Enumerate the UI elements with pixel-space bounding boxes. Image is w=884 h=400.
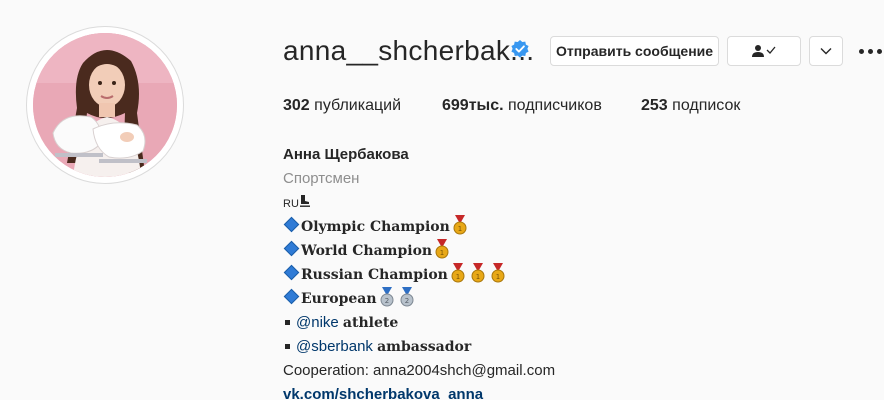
cooperation-text: Cooperation: anna2004shch@gmail.com xyxy=(283,362,556,379)
verified-badge-icon xyxy=(511,40,529,58)
bullet-square-icon xyxy=(285,319,290,325)
svg-text:1: 1 xyxy=(496,273,500,281)
olympic-text: Olympic Champion xyxy=(301,219,450,235)
bullet-square-icon xyxy=(285,343,290,349)
russian-text: Russian Champion xyxy=(301,267,448,283)
followers-count: 699тыс. xyxy=(442,97,504,114)
gold-medal-icon: 1 xyxy=(435,239,449,259)
svg-text:2: 2 xyxy=(404,297,408,305)
more-options-icon[interactable] xyxy=(859,44,884,58)
posts-stat: 302 публикаций xyxy=(283,97,401,115)
svg-text:1: 1 xyxy=(440,249,444,257)
bio-olympic-line: Olympic Champion 1 xyxy=(283,215,843,239)
username: anna__shcherbak... xyxy=(283,35,535,66)
bio-nike-line: @nike athlete xyxy=(283,311,843,335)
svg-text:2: 2 xyxy=(384,297,388,305)
blue-diamond-icon xyxy=(283,216,300,233)
silver-medal-icon: 2 xyxy=(400,287,414,307)
following-stat[interactable]: 253 подписок xyxy=(641,97,740,115)
gold-medal-icon: 1 xyxy=(451,263,465,283)
gold-medal-icon: 1 xyxy=(491,263,505,283)
blue-diamond-icon xyxy=(283,288,300,305)
svg-text:1: 1 xyxy=(456,273,460,281)
avatar-ring[interactable] xyxy=(26,26,184,184)
gold-medal-icon: 1 xyxy=(471,263,485,283)
avatar[interactable] xyxy=(33,33,177,177)
posts-label: публикаций xyxy=(314,97,402,114)
category-label: Спортсмен xyxy=(283,170,360,187)
blue-diamond-icon xyxy=(283,264,300,281)
following-count: 253 xyxy=(641,97,668,114)
nike-mention-link[interactable]: @nike xyxy=(296,314,339,331)
svg-text:1: 1 xyxy=(476,273,480,281)
world-text: World Champion xyxy=(301,243,433,259)
sber-rest-text: ambassador xyxy=(377,339,472,355)
website-link[interactable]: vk.com/shcherbakova_anna xyxy=(283,383,843,400)
european-text: European xyxy=(301,291,377,307)
followers-label: подписчиков xyxy=(508,97,602,114)
following-button[interactable] xyxy=(727,36,801,66)
svg-text:1: 1 xyxy=(458,225,462,233)
following-label: подписок xyxy=(672,97,741,114)
ice-skate-icon xyxy=(299,195,310,207)
followers-stat[interactable]: 699тыс. подписчиков xyxy=(442,97,602,115)
silver-medal-icon: 2 xyxy=(380,287,394,307)
nike-rest-text: athlete xyxy=(342,315,399,331)
country-code: RU xyxy=(283,198,299,210)
avatar-photo xyxy=(33,33,177,177)
suggested-accounts-button[interactable] xyxy=(809,36,843,66)
bio-world-line: World Champion 1 xyxy=(283,239,843,263)
bio-european-line: European 2 2 xyxy=(283,287,843,311)
bio-russian-line: Russian Champion 1 1 1 xyxy=(283,263,843,287)
bio: Анна Щербакова Спортсмен RU Olympic Cham… xyxy=(283,143,843,400)
send-message-button[interactable]: Отправить сообщение xyxy=(550,36,719,66)
sberbank-mention-link[interactable]: @sberbank xyxy=(296,338,373,355)
blue-diamond-icon xyxy=(283,240,300,257)
bio-sber-line: @sberbank ambassador xyxy=(283,335,843,359)
posts-count: 302 xyxy=(283,97,310,114)
full-name: Анна Щербакова xyxy=(283,146,409,163)
person-check-icon xyxy=(752,45,776,57)
gold-medal-icon: 1 xyxy=(453,215,467,235)
chevron-down-icon xyxy=(820,48,832,55)
bio-country-line: RU xyxy=(283,191,843,215)
